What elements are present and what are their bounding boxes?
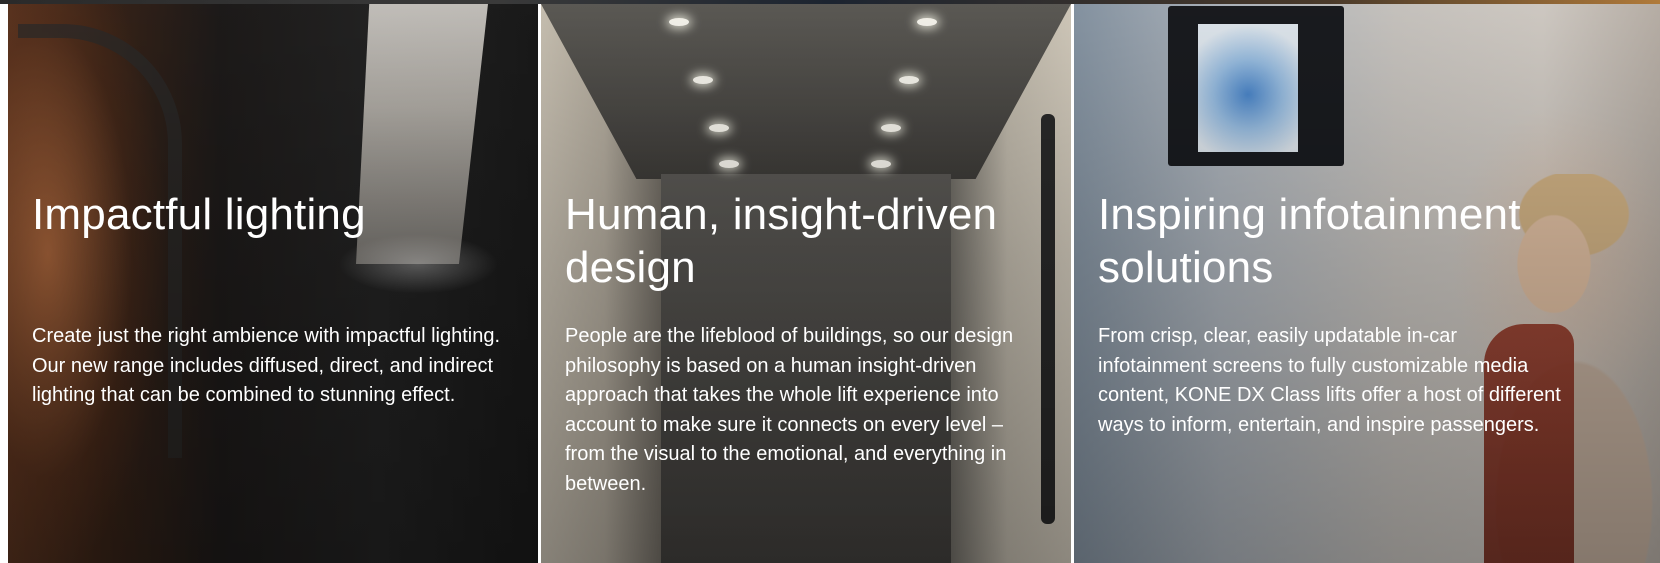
card-overlay [8, 4, 538, 563]
card-description: Create just the right ambience with impa… [32, 325, 501, 406]
card-title: Human, insight-driven design [565, 190, 998, 292]
card-description: From crisp, clear, easily updatable in-c… [1098, 325, 1561, 436]
feature-card-lighting[interactable]: Impactful lighting Create just the right… [8, 4, 538, 563]
feature-card-infotainment[interactable]: Inspiring infotainment solutions From cr… [1074, 4, 1660, 563]
card-title: Inspiring infotainment solutions [1098, 190, 1521, 292]
feature-cards: Impactful lighting Create just the right… [0, 4, 1660, 563]
card-title: Impactful lighting [32, 190, 366, 239]
card-description: People are the lifeblood of buildings, s… [565, 325, 1014, 495]
feature-card-design[interactable]: Human, insight-driven design People are … [541, 4, 1071, 563]
